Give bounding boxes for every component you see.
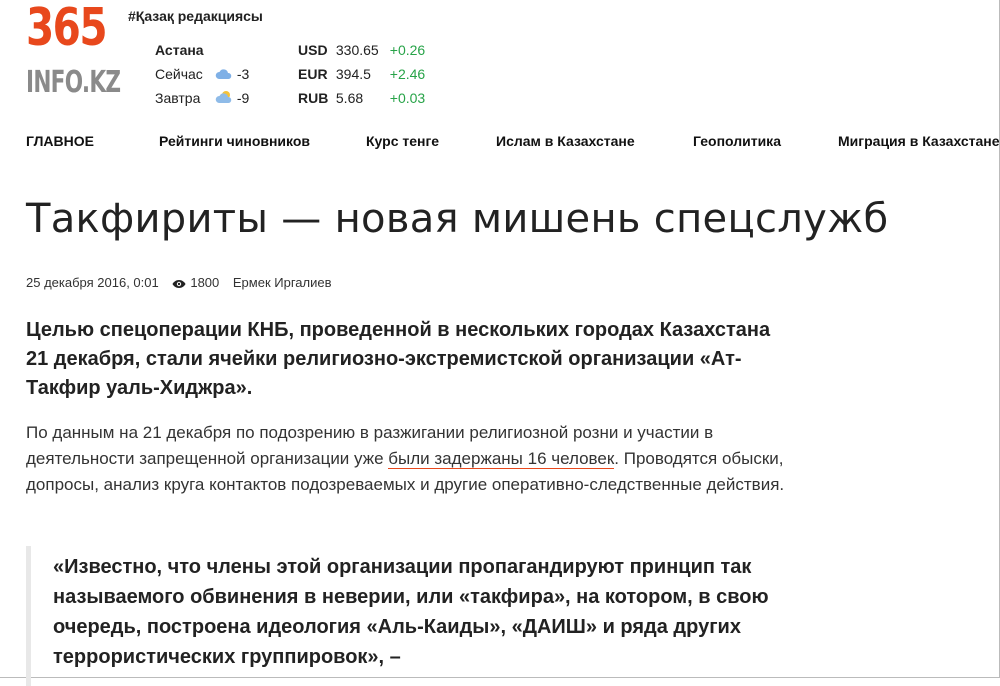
currency-code: RUB (298, 90, 329, 106)
currency-value: 394.5 (335, 66, 371, 82)
author-link[interactable]: Ермек Иргалиев (233, 275, 332, 290)
nav-item-geopolitics[interactable]: Геополитика (693, 133, 781, 149)
nav-item-officials-ratings[interactable]: Рейтинги чиновников (159, 133, 310, 149)
currency-widget: USD 330.65 +0.26 EUR 394.5 +2.46 RUB 5.6… (298, 38, 425, 110)
currency-change: +0.03 (389, 90, 426, 106)
article-title: Такфириты — новая мишень спецслужб (26, 196, 889, 242)
currency-row: EUR 394.5 +2.46 (298, 62, 425, 86)
nav-item-main[interactable]: ГЛАВНОЕ (26, 133, 94, 149)
detained-link[interactable]: были задержаны 16 человек (388, 449, 615, 469)
currency-row: RUB 5.68 +0.03 (298, 86, 425, 110)
currency-code: EUR (298, 66, 328, 82)
quote-text: «Известно, что члены этой организации пр… (53, 556, 769, 668)
weather-city: Астана (155, 42, 204, 58)
weather-row-now: Сейчас -3 (155, 62, 249, 86)
weather-widget: Астана Сейчас -3 Завтра -9 (155, 38, 249, 110)
logo-number: 365 (26, 0, 108, 58)
currency-change: +2.46 (389, 66, 426, 82)
nav-item-migration[interactable]: Миграция в Казахстане (838, 133, 1000, 149)
nav-item-islam[interactable]: Ислам в Казахстане (496, 133, 635, 149)
currency-row: USD 330.65 +0.26 (298, 38, 425, 62)
eye-icon (172, 277, 186, 292)
kazakh-edition-link[interactable]: #Қазақ редакциясы (128, 8, 263, 24)
partly-cloudy-icon (215, 87, 233, 111)
weather-temp: -3 (236, 66, 250, 82)
weather-row-tomorrow: Завтра -9 (155, 86, 249, 110)
weather-label: Завтра (155, 90, 201, 106)
article-quote: «Известно, что члены этой организации пр… (26, 546, 791, 686)
site-logo[interactable]: 365 INFO.KZ (26, 2, 121, 104)
currency-change: +0.26 (389, 42, 426, 58)
cloud-icon (215, 63, 233, 87)
article-paragraph: По данным на 21 декабря по подозрению в … (26, 420, 806, 498)
nav-item-tenge-rate[interactable]: Курс тенге (366, 133, 439, 149)
currency-value: 5.68 (335, 90, 364, 106)
weather-label: Сейчас (155, 66, 203, 82)
logo-site-name: INFO.KZ (26, 65, 121, 100)
article-meta: 25 декабря 2016, 0:01 1800 Ермек Иргалие… (26, 275, 332, 292)
currency-code: USD (298, 42, 328, 58)
views-count: 1800 (190, 275, 220, 290)
article-lead: Целью спецоперации КНБ, проведенной в не… (26, 319, 771, 399)
currency-value: 330.65 (335, 42, 379, 58)
article-date: 25 декабря 2016, 0:01 (26, 275, 159, 290)
weather-temp: -9 (236, 90, 250, 106)
